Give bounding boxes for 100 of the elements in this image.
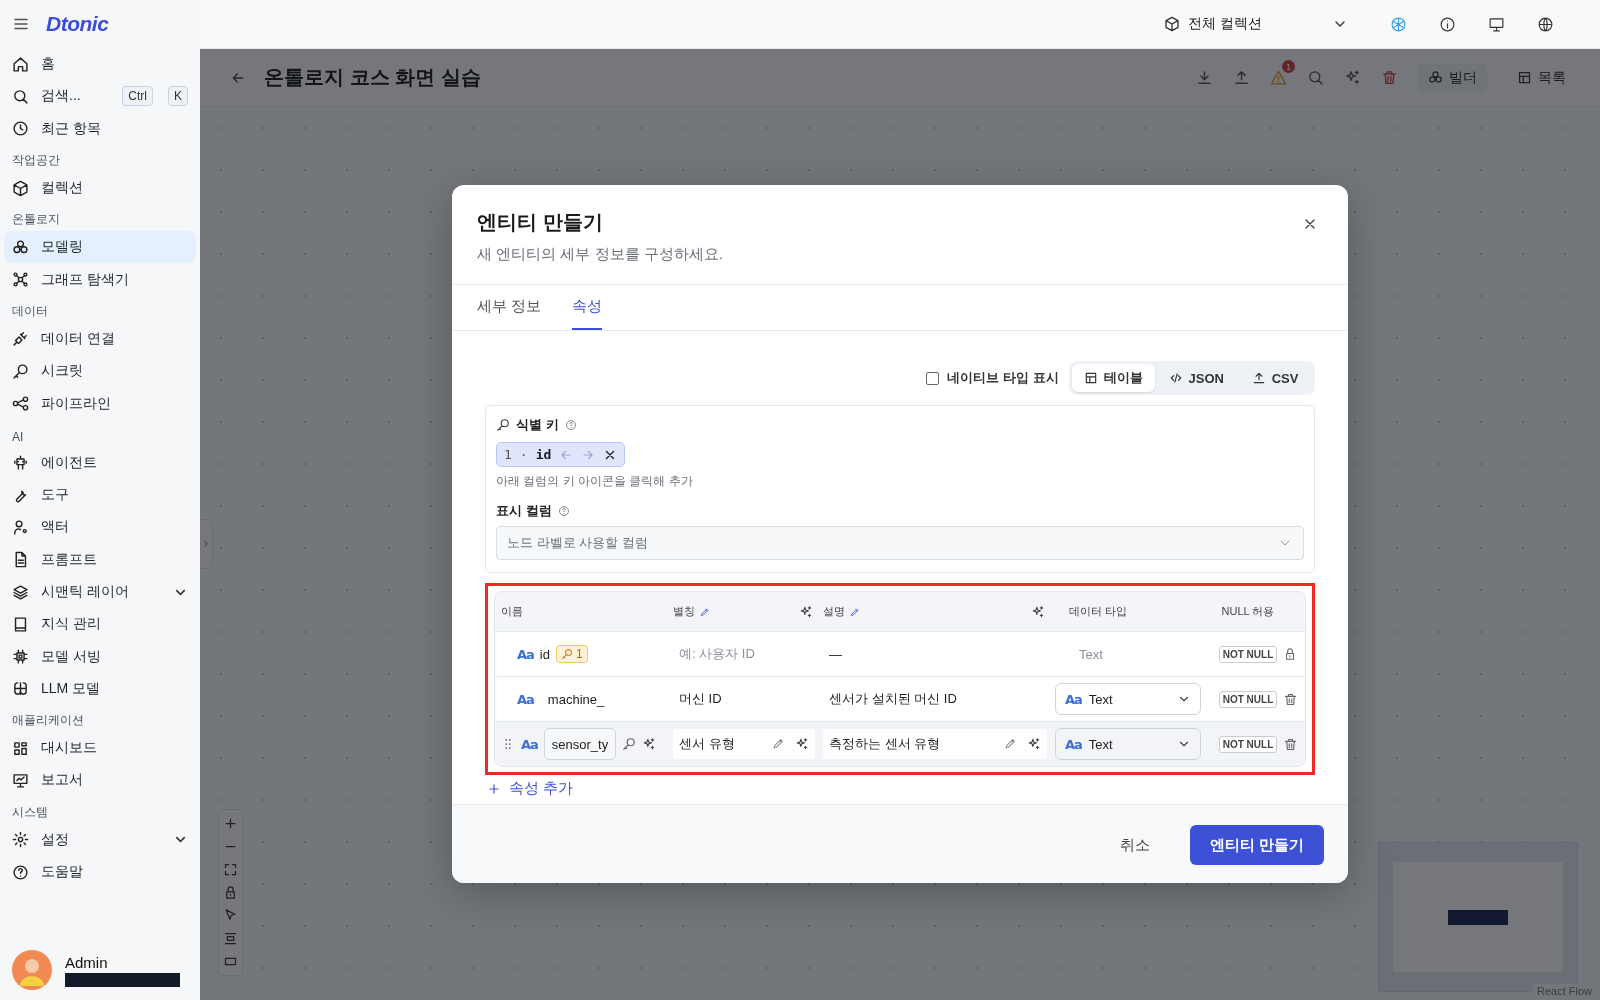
home-icon [12, 55, 29, 73]
shortcut-key: Ctrl [122, 86, 153, 107]
sidebar-item[interactable]: 설정 [4, 823, 196, 856]
section-title: 데이터 [11, 302, 49, 320]
sidebar-item[interactable]: 보고서 [4, 764, 196, 797]
plug-icon [12, 330, 29, 348]
sidebar-item[interactable]: 검색... Ctrl K [4, 80, 196, 113]
align-icon[interactable] [223, 931, 238, 946]
tab[interactable]: 세부 정보 [477, 285, 542, 330]
shortcut-key: K [168, 86, 188, 107]
description-input[interactable]: 측정하는 센서 유형 [823, 729, 1047, 759]
lock-icon [1283, 647, 1297, 661]
sparkle-icon[interactable] [642, 737, 657, 751]
monitor-icon[interactable] [1488, 15, 1505, 33]
globe-icon[interactable] [1537, 15, 1554, 33]
upload-icon[interactable] [1233, 69, 1250, 86]
create-entity-button[interactable]: 엔티티 만들기 [1189, 825, 1324, 865]
sidebar-item[interactable]: 그래프 탐색기 [4, 263, 196, 296]
chip-icon [12, 648, 29, 666]
view-mode-tab[interactable]: 테이블 [1071, 364, 1155, 392]
sidebar-item[interactable]: 액터 [4, 511, 196, 544]
column-header: NULL 허용 [1221, 604, 1275, 619]
key-order-badge[interactable]: 1 [555, 645, 588, 663]
user-name: Admin [65, 953, 109, 971]
fit-view-icon[interactable] [223, 862, 238, 877]
avatar[interactable] [12, 950, 52, 990]
column-header: 별칭 [673, 604, 695, 619]
data-type-select[interactable]: Aa Text [1055, 728, 1201, 760]
key-icon [496, 418, 510, 432]
name-input[interactable]: sensor_ty [543, 728, 617, 760]
cube-icon [1164, 16, 1180, 32]
key-icon [560, 648, 573, 660]
circles-icon [12, 238, 29, 256]
builder-button[interactable]: 빌더 [1418, 62, 1487, 93]
help-icon[interactable] [564, 419, 577, 431]
collection-select[interactable]: 전체 컬렉션 [1156, 7, 1356, 41]
add-property-button[interactable]: 속성 추가 [485, 775, 574, 804]
view-mode-tab[interactable]: CSV [1238, 364, 1312, 392]
sidebar-item[interactable]: 데이터 연결 [4, 322, 196, 356]
warning-icon[interactable] [1270, 69, 1287, 86]
sidebar-item[interactable]: 도움말 [4, 855, 196, 889]
trash-icon[interactable] [1282, 691, 1298, 707]
pointer-icon[interactable] [223, 908, 238, 923]
trash-icon[interactable] [1282, 736, 1298, 752]
pencil-icon[interactable] [850, 606, 860, 617]
plus-icon[interactable] [223, 816, 238, 831]
sparkle-icon [1027, 737, 1041, 751]
sidebar-item[interactable]: 모델링 [4, 231, 196, 264]
plus-icon [487, 781, 501, 796]
pencil-icon [772, 737, 785, 750]
list-view-button[interactable]: 목록 [1507, 62, 1576, 93]
sidebar-item[interactable]: 홈 [4, 48, 196, 81]
key-icon[interactable] [622, 737, 637, 751]
alias-input[interactable]: 센서 유형 [673, 729, 815, 759]
text-type-icon: Aa [517, 691, 534, 707]
sidebar-collapse-handle[interactable] [200, 519, 213, 569]
sidebar-item[interactable]: LLM 모델 [4, 672, 196, 706]
tab[interactable]: 속성 [572, 285, 603, 330]
pencil-icon[interactable] [700, 606, 710, 617]
sidebar-item[interactable]: 시크릿 [4, 355, 196, 388]
sidebar-item[interactable]: 지식 관리 [4, 608, 196, 641]
text-type-icon: Aa [517, 646, 534, 662]
sidebar-item[interactable]: 파이프라인 [4, 387, 196, 420]
logo[interactable]: Dtonic [46, 12, 109, 36]
sidebar-item[interactable]: 컬렉션 [4, 171, 196, 205]
table-cell: 머신 ID [679, 690, 722, 708]
help-icon[interactable] [557, 505, 570, 517]
sidebar-item[interactable]: 에이전트 [4, 446, 196, 479]
table-icon [1083, 371, 1098, 385]
column-header: 데이터 타입 [1069, 604, 1128, 619]
display-column-select[interactable]: 노드 라벨로 사용할 컬럼 [496, 526, 1304, 560]
hint-text: 아래 컬럼의 키 아이콘을 클릭해 추가 [496, 473, 694, 490]
data-type-select[interactable]: Aa Text [1055, 683, 1201, 715]
key-chip[interactable]: 1 · id [496, 442, 626, 467]
sidebar-item[interactable]: 대시보드 [4, 732, 196, 765]
sidebar-item[interactable]: 시맨틱 레이어 [4, 575, 196, 609]
view-mode-tab[interactable]: JSON [1156, 364, 1236, 392]
field-label: 식별 키 [516, 416, 559, 434]
grid-icon [12, 739, 29, 757]
sidebar-item[interactable]: 프롬프트 [4, 543, 196, 576]
native-type-checkbox[interactable]: 네이티브 타입 표시 [926, 369, 1059, 387]
download-icon[interactable] [1196, 69, 1213, 86]
trash-icon[interactable] [1381, 69, 1398, 86]
sidebar-item[interactable]: 도구 [4, 478, 196, 512]
cancel-button[interactable]: 취소 [1099, 825, 1170, 865]
sparkle-icon[interactable] [799, 604, 813, 619]
cube-icon [12, 179, 29, 197]
sparkle-icon[interactable] [1031, 604, 1045, 619]
key-icon [12, 362, 29, 380]
not-null-badge: NOT NULL [1218, 645, 1278, 663]
page-title: 온톨로지 코스 화면 실습 [264, 65, 482, 90]
table-icon [1517, 70, 1532, 85]
clock-icon [12, 120, 29, 138]
lock-icon[interactable] [223, 885, 238, 900]
search-icon[interactable] [1307, 69, 1324, 86]
sidebar-item[interactable]: 모델 서빙 [4, 640, 196, 673]
table-cell: id [539, 646, 550, 662]
user-gear-icon [12, 518, 29, 536]
info-icon[interactable] [1439, 15, 1456, 33]
sidebar-item[interactable]: 최근 항목 [4, 112, 196, 145]
